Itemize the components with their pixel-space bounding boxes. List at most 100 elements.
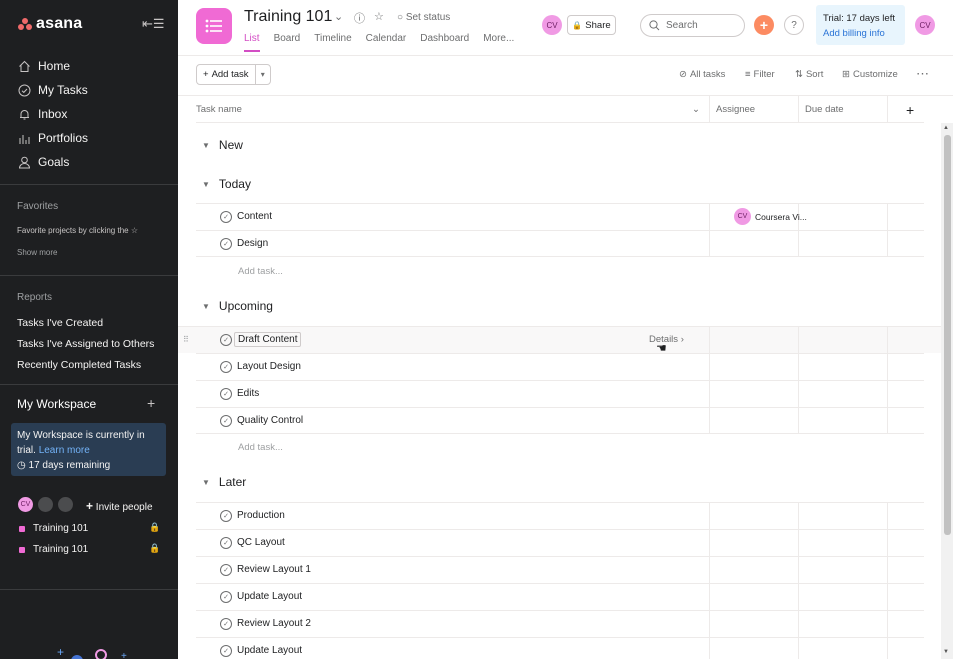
checkmark-icon[interactable]: ✓ [220, 510, 232, 522]
table-row[interactable]: ✓ Layout Design [196, 353, 924, 380]
tab-board[interactable]: Board [274, 33, 301, 52]
sidebar-item-home[interactable]: Home [0, 54, 178, 78]
sidebar-item-inbox[interactable]: Inbox [0, 102, 178, 126]
sort-button[interactable]: ⇅ Sort [795, 69, 823, 80]
scroll-down-icon[interactable]: ▼ [943, 649, 949, 655]
checkmark-icon[interactable]: ✓ [220, 618, 232, 630]
create-plus-button[interactable]: + [754, 15, 774, 35]
column-due-date[interactable]: Due date [805, 96, 844, 123]
show-more-link[interactable]: Show more [17, 248, 57, 257]
report-tasks-created[interactable]: Tasks I've Created [17, 317, 103, 329]
sidebar-item-portfolios[interactable]: Portfolios [0, 126, 178, 150]
task-name[interactable]: Production [237, 510, 285, 521]
task-name[interactable]: Review Layout 2 [237, 618, 311, 629]
table-row[interactable]: ✓ QC Layout [196, 529, 924, 556]
column-assignee[interactable]: Assignee [716, 96, 755, 123]
checkmark-icon[interactable]: ✓ [220, 211, 232, 223]
triangle-down-icon[interactable]: ▼ [202, 478, 210, 487]
tab-list[interactable]: List [244, 33, 260, 52]
report-recently-completed[interactable]: Recently Completed Tasks [17, 359, 141, 371]
search-input[interactable]: Search [640, 14, 745, 37]
checkmark-icon[interactable]: ✓ [220, 361, 232, 373]
task-name[interactable]: Design [237, 238, 268, 249]
scroll-up-icon[interactable]: ▲ [943, 125, 949, 131]
add-task-inline[interactable]: Add task... [238, 266, 283, 277]
drag-handle-icon[interactable]: ⠿ [183, 335, 189, 344]
section-header[interactable]: ▼ Upcoming [202, 299, 273, 313]
learn-more-link[interactable]: Learn more [39, 445, 90, 456]
table-row[interactable]: ✓ Review Layout 2 [196, 610, 924, 637]
checkmark-icon[interactable]: ✓ [220, 564, 232, 576]
sidebar-item-my-tasks[interactable]: My Tasks [0, 78, 178, 102]
all-tasks-filter[interactable]: ⊘ All tasks [679, 69, 725, 80]
chevron-down-icon[interactable]: ⌄ [334, 10, 343, 23]
sidebar-item-goals[interactable]: Goals [0, 150, 178, 174]
section-header[interactable]: ▼ New [202, 138, 243, 152]
help-icon[interactable]: ? [784, 15, 804, 35]
invite-people-button[interactable]: + Invite people [86, 499, 153, 513]
workspace-title[interactable]: My Workspace [17, 397, 96, 411]
add-project-icon[interactable]: + [147, 395, 155, 411]
task-name[interactable]: Content [237, 211, 272, 222]
triangle-down-icon[interactable]: ▼ [202, 302, 210, 311]
table-row[interactable]: ✓ Edits [196, 380, 924, 407]
project-list-icon[interactable] [196, 8, 232, 44]
table-row[interactable]: ⠿ ✓ Draft Content Details › [178, 326, 941, 353]
table-row[interactable]: ✓ Production [196, 502, 924, 529]
star-icon[interactable]: ☆ [374, 10, 384, 23]
chevron-down-icon[interactable]: ▾ [256, 70, 270, 79]
user-avatar[interactable]: CV [915, 15, 935, 35]
chevron-down-icon[interactable]: ⌄ [692, 96, 700, 123]
checkmark-icon[interactable]: ✓ [220, 238, 232, 250]
task-name[interactable]: Quality Control [237, 415, 303, 426]
sidebar-project[interactable]: Training 101 🔒 [19, 543, 160, 555]
workspace-members[interactable]: CV [17, 496, 74, 513]
checkmark-icon[interactable]: ✓ [220, 591, 232, 603]
set-status-button[interactable]: ○ Set status [397, 12, 450, 23]
assignee-cell[interactable]: CV Coursera Vi... [734, 208, 807, 225]
task-name[interactable]: Update Layout [237, 645, 302, 656]
asana-logo[interactable]: asana [18, 15, 82, 33]
column-task-name[interactable]: Task name [196, 96, 242, 123]
collapse-sidebar-icon[interactable]: ⇤☰ [142, 17, 165, 31]
task-name[interactable]: Edits [237, 388, 259, 399]
scrollbar-thumb[interactable] [944, 135, 951, 535]
table-row[interactable]: ✓ Update Layout [196, 583, 924, 610]
checkmark-icon[interactable]: ✓ [220, 415, 232, 427]
section-header[interactable]: ▼ Later [202, 475, 246, 489]
share-button[interactable]: 🔒 Share [567, 15, 616, 35]
page-title[interactable]: Training 101 [244, 8, 332, 26]
report-tasks-assigned[interactable]: Tasks I've Assigned to Others [17, 338, 154, 350]
add-billing-info-link[interactable]: Add billing info [823, 26, 898, 41]
table-row[interactable]: ✓ Content CV Coursera Vi... [196, 203, 924, 230]
task-name[interactable]: Layout Design [237, 361, 301, 372]
add-column-icon[interactable]: + [906, 96, 914, 123]
tab-more[interactable]: More... [483, 33, 514, 52]
tab-timeline[interactable]: Timeline [314, 33, 351, 52]
checkmark-icon[interactable]: ✓ [220, 334, 232, 346]
scrollbar[interactable]: ▲ ▼ [941, 123, 953, 659]
more-options-icon[interactable]: ⋯ [916, 66, 929, 82]
customize-button[interactable]: ⊞ Customize [842, 69, 898, 80]
triangle-down-icon[interactable]: ▼ [202, 180, 210, 189]
task-name[interactable]: Draft Content [234, 332, 302, 347]
add-task-main[interactable]: + Add task [197, 65, 256, 84]
checkmark-icon[interactable]: ✓ [220, 388, 232, 400]
avatar[interactable]: CV [542, 15, 562, 35]
avatar[interactable]: CV [17, 496, 34, 513]
triangle-down-icon[interactable]: ▼ [202, 141, 210, 150]
checkmark-icon[interactable]: ✓ [220, 645, 232, 657]
filter-button[interactable]: ≡ Filter [745, 69, 775, 80]
section-header[interactable]: ▼ Today [202, 177, 251, 191]
table-row[interactable]: ✓ Design [196, 230, 924, 257]
table-row[interactable]: ✓ Update Layout [196, 637, 924, 659]
task-name[interactable]: Update Layout [237, 591, 302, 602]
tab-dashboard[interactable]: Dashboard [420, 33, 469, 52]
checkmark-icon[interactable]: ✓ [220, 537, 232, 549]
add-task-inline[interactable]: Add task... [238, 442, 283, 453]
task-name[interactable]: QC Layout [237, 537, 285, 548]
tab-calendar[interactable]: Calendar [366, 33, 407, 52]
table-row[interactable]: ✓ Review Layout 1 [196, 556, 924, 583]
table-row[interactable]: ✓ Quality Control [196, 407, 924, 434]
add-task-button[interactable]: + Add task ▾ [196, 64, 271, 85]
